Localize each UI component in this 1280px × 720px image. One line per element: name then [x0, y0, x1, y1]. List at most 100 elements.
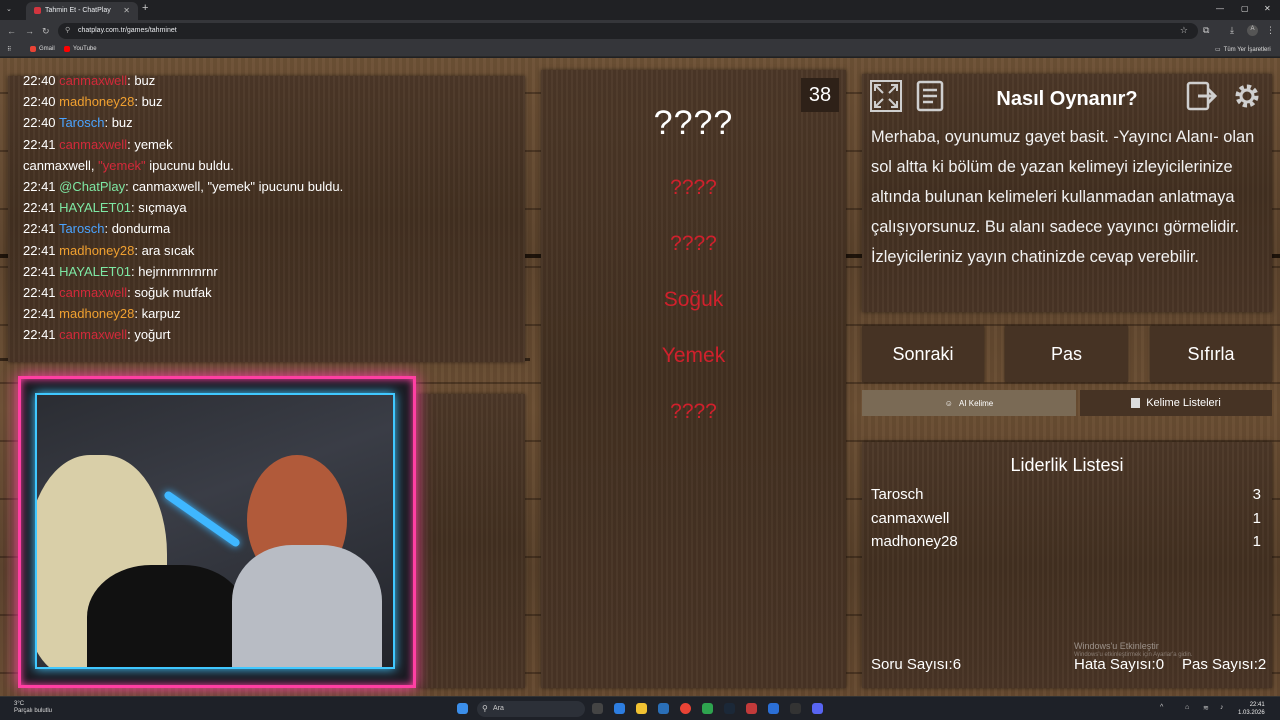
word-panel: ???? ???? ???? Soğuk Yemek ????	[541, 70, 846, 688]
chat-system-message: canmaxwell, "yemek" ipucunu buldu.	[23, 157, 234, 173]
chat-username: canmaxwell	[59, 73, 128, 88]
reload-icon[interactable]: ↻	[42, 26, 50, 37]
ai-word-label: AI Kelime	[958, 398, 994, 408]
back-icon[interactable]: ←	[7, 26, 16, 36]
webcam-person	[87, 565, 247, 667]
start-icon[interactable]	[457, 703, 468, 714]
discord-icon[interactable]	[812, 703, 823, 714]
app-icon[interactable]	[768, 703, 779, 714]
menu-icon[interactable]: ⋮	[1266, 25, 1275, 36]
chat-username: madhoney28	[59, 306, 135, 322]
all-bookmarks-label: Tüm Yer İşaretleri	[1223, 46, 1271, 53]
taskbar-search[interactable]: ⚲ Ara	[477, 701, 585, 717]
webcam-person	[232, 545, 382, 667]
reset-button[interactable]: Sıfırla	[1150, 326, 1272, 382]
forbidden-word: ????	[670, 176, 717, 199]
clock-time: 22:41	[1249, 702, 1265, 708]
document-icon[interactable]	[914, 80, 946, 112]
close-window-icon[interactable]: ✕	[1264, 4, 1271, 13]
wifi-icon[interactable]: ≋	[1203, 704, 1209, 712]
chat-username: @ChatPlay	[59, 179, 126, 195]
word-lists-label: Kelime Listeleri	[1146, 397, 1221, 409]
app-icon[interactable]	[702, 703, 713, 714]
chat-message: 22:41 HAYALET01: hejrnrnrnrnrnr	[23, 263, 218, 279]
site-info-icon[interactable]: ⚲	[65, 26, 70, 34]
chat-username: Tarosch	[58, 115, 105, 131]
url-input[interactable]: ⚲ chatplay.com.tr/games/tahminet ☆	[58, 23, 1198, 39]
chat-username: HAYALET01	[59, 200, 131, 216]
chat-message: 22:40 canmaxwell: buz	[23, 73, 156, 88]
chat-username: HAYALET01	[59, 263, 131, 279]
forbidden-word: Yemek	[661, 344, 726, 367]
weather-temp: 3°C	[14, 701, 25, 707]
search-icon: ⚲	[482, 704, 488, 713]
chat-message: 22:40 madhoney28: buz	[23, 94, 163, 110]
chat-username: madhoney28	[59, 94, 135, 110]
browser-tab[interactable]: Tahmin Et - ChatPlay ✕	[26, 2, 138, 20]
robot-icon: ☺	[944, 398, 953, 408]
clock-date: 1.03.2026	[1238, 710, 1265, 716]
forward-icon[interactable]: →	[25, 26, 34, 36]
minimize-icon[interactable]: —	[1216, 4, 1224, 13]
extensions-icon[interactable]: ⧉	[1203, 25, 1209, 36]
url-text: chatplay.com.tr/games/tahminet	[78, 27, 177, 34]
player-score: 1	[1252, 510, 1261, 527]
next-button[interactable]: Sonraki	[862, 326, 984, 382]
copilot-icon[interactable]	[614, 703, 625, 714]
player-name: canmaxwell	[871, 510, 950, 527]
tray-chevron-icon[interactable]: ^	[1160, 704, 1163, 711]
exit-icon[interactable]	[1186, 80, 1218, 112]
profile-avatar[interactable]: A	[1247, 25, 1258, 36]
bookmarks-bar: ⠿ Gmail YouTube ▭ Tüm Yer İşaretleri	[0, 42, 1280, 57]
word-lists-button[interactable]: Kelime Listeleri	[1080, 390, 1272, 416]
list-icon	[1131, 398, 1141, 408]
file-explorer-icon[interactable]	[636, 703, 647, 714]
close-tab-icon[interactable]: ✕	[123, 6, 130, 15]
settings-gear-icon[interactable]	[1231, 80, 1263, 112]
app-icon[interactable]	[790, 703, 801, 714]
bookmark-label: Gmail	[39, 46, 55, 52]
apps-icon[interactable]: ⠿	[7, 46, 11, 53]
chat-username: Tarosch	[58, 221, 105, 237]
maximize-icon[interactable]: ▢	[1241, 4, 1249, 13]
chrome-icon[interactable]	[680, 703, 691, 714]
forbidden-word: Soğuk	[663, 288, 724, 311]
tab-favicon-icon	[34, 7, 41, 14]
forbidden-word: ????	[670, 400, 717, 423]
activation-watermark: Windows'u Etkinleştir	[1074, 641, 1159, 651]
chat-username: canmaxwell	[59, 285, 128, 301]
chat-username: canmaxwell	[59, 327, 128, 343]
steam-icon[interactable]	[724, 703, 735, 714]
bookmark-gmail[interactable]: Gmail	[30, 46, 55, 52]
leaderboard-panel: Liderlik Listesi Tarosch 3 canmaxwell 1 ma…	[862, 442, 1272, 688]
webcam-frame	[18, 376, 416, 688]
game-page: 22:40 canmaxwell: buz 22:40 madhoney28: …	[0, 58, 1280, 696]
gmail-icon	[30, 46, 36, 52]
pass-button[interactable]: Pas	[1005, 326, 1128, 382]
fullscreen-icon[interactable]	[870, 80, 902, 112]
new-tab-icon[interactable]: +	[142, 2, 148, 14]
volume-icon[interactable]: ♪	[1220, 704, 1224, 711]
app-icon[interactable]	[746, 703, 757, 714]
webcam-light	[162, 489, 242, 549]
network-icon[interactable]: ⌂	[1185, 704, 1189, 711]
bookmark-youtube[interactable]: YouTube	[64, 46, 97, 52]
ai-word-button[interactable]: ☺ AI Kelime	[862, 390, 1076, 416]
system-clock[interactable]: 22:41 1.03.2026	[1238, 701, 1265, 717]
bookmark-star-icon[interactable]: ☆	[1180, 25, 1188, 36]
player-name: madhoney28	[871, 533, 958, 550]
player-name: Tarosch	[871, 486, 924, 503]
weather-desc: Parçalı bulutlu	[14, 708, 53, 714]
tab-search-icon[interactable]: ⌄	[6, 5, 12, 13]
tab-title: Tahmin Et - ChatPlay	[45, 7, 111, 14]
pass-count: Pas Sayısı:2	[1182, 656, 1267, 673]
windows-taskbar: 3°C Parçalı bulutlu ⚲ Ara ^ ⌂ ≋ ♪ 22:41 …	[0, 696, 1280, 720]
download-icon[interactable]: ⤓	[1230, 25, 1234, 36]
player-score: 1	[1252, 533, 1261, 550]
weather-widget[interactable]: 3°C Parçalı bulutlu	[14, 701, 52, 715]
all-bookmarks[interactable]: ▭ Tüm Yer İşaretleri	[1215, 46, 1271, 54]
countdown-timer: 38	[801, 78, 839, 112]
task-view-icon[interactable]	[592, 703, 603, 714]
chat-message: 22:41 canmaxwell: yemek	[23, 136, 173, 152]
store-icon[interactable]	[658, 703, 669, 714]
